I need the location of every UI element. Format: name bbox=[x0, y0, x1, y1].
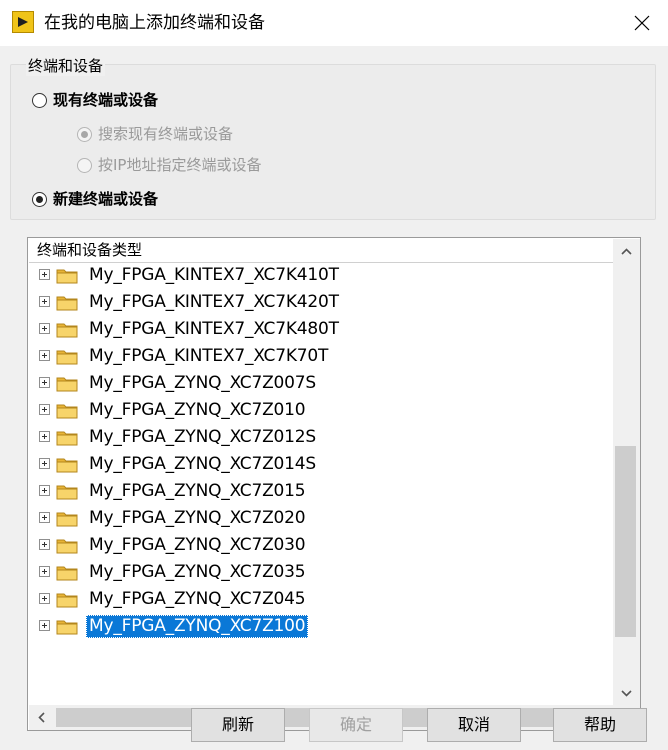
radio-new-device-label: 新建终端或设备 bbox=[53, 190, 159, 208]
tree-row[interactable]: My_FPGA_ZYNQ_XC7Z035 bbox=[29, 559, 613, 586]
tree-row[interactable]: My_FPGA_ZYNQ_XC7Z020 bbox=[29, 505, 613, 532]
folder-icon bbox=[56, 485, 78, 500]
folder-icon bbox=[56, 296, 78, 311]
plus-expander-icon[interactable] bbox=[39, 485, 50, 496]
tree-row-label: My_FPGA_ZYNQ_XC7Z045 bbox=[89, 589, 306, 609]
tree-row-label: My_FPGA_ZYNQ_XC7Z100 bbox=[86, 615, 309, 638]
folder-icon bbox=[56, 377, 78, 392]
radio-search-existing-label: 搜索现有终端或设备 bbox=[98, 125, 234, 143]
tree-row-label: My_FPGA_ZYNQ_XC7Z015 bbox=[89, 481, 306, 501]
plus-expander-icon[interactable] bbox=[39, 377, 50, 388]
ok-button[interactable]: 确定 bbox=[309, 708, 403, 742]
scroll-up-button[interactable] bbox=[613, 239, 640, 263]
tree-row-label: My_FPGA_ZYNQ_XC7Z014S bbox=[89, 454, 316, 474]
tree-row[interactable]: My_FPGA_ZYNQ_XC7Z100 bbox=[29, 613, 613, 640]
tree-row[interactable]: My_FPGA_KINTEX7_XC7K410T bbox=[29, 262, 613, 289]
plus-expander-icon[interactable] bbox=[39, 404, 50, 415]
radio-specify-by-ip-indicator bbox=[77, 157, 92, 173]
radio-search-existing: 搜索现有终端或设备 bbox=[77, 124, 233, 144]
tree-row[interactable]: My_FPGA_KINTEX7_XC7K70T bbox=[29, 343, 613, 370]
close-icon bbox=[634, 15, 650, 31]
tree-row-label: My_FPGA_KINTEX7_XC7K410T bbox=[89, 265, 339, 285]
plus-expander-icon[interactable] bbox=[39, 323, 50, 334]
device-type-tree[interactable]: 终端和设备类型 My_FPGA_KINTEX7_XC7K410T My_FPGA_… bbox=[27, 237, 641, 731]
dialog-body: 终端和设备 现有终端或设备 搜索现有终端或设备 按IP地址指定终端或设备 新建终… bbox=[0, 46, 668, 750]
folder-icon bbox=[56, 431, 78, 446]
tree-column-header: 终端和设备类型 bbox=[29, 239, 613, 263]
tree-row[interactable]: My_FPGA_ZYNQ_XC7Z014S bbox=[29, 451, 613, 478]
tree-row-label: My_FPGA_ZYNQ_XC7Z012S bbox=[89, 427, 316, 447]
help-button[interactable]: 帮助 bbox=[553, 708, 647, 742]
tree-row-label: My_FPGA_KINTEX7_XC7K70T bbox=[89, 346, 329, 366]
plus-expander-icon[interactable] bbox=[39, 566, 50, 577]
tree-row-label: My_FPGA_KINTEX7_XC7K480T bbox=[89, 319, 339, 339]
plus-expander-icon[interactable] bbox=[39, 593, 50, 604]
scroll-left-button[interactable] bbox=[29, 705, 54, 730]
folder-icon bbox=[56, 323, 78, 338]
app-icon bbox=[12, 11, 34, 33]
tree-row-label: My_FPGA_ZYNQ_XC7Z007S bbox=[89, 373, 316, 393]
plus-expander-icon[interactable] bbox=[39, 458, 50, 469]
plus-expander-icon[interactable] bbox=[39, 512, 50, 523]
radio-new-device-indicator[interactable] bbox=[32, 191, 47, 207]
tree-row-label: My_FPGA_ZYNQ_XC7Z035 bbox=[89, 562, 306, 582]
plus-expander-icon[interactable] bbox=[39, 350, 50, 361]
tree-row[interactable]: My_FPGA_ZYNQ_XC7Z012S bbox=[29, 424, 613, 451]
cancel-button[interactable]: 取消 bbox=[427, 708, 521, 742]
radio-existing-device[interactable]: 现有终端或设备 bbox=[32, 90, 158, 110]
plus-expander-icon[interactable] bbox=[39, 431, 50, 442]
folder-icon bbox=[56, 458, 78, 473]
group-legend: 终端和设备 bbox=[26, 56, 106, 76]
title-bar: 在我的电脑上添加终端和设备 bbox=[0, 0, 668, 46]
tree-row[interactable]: My_FPGA_ZYNQ_XC7Z030 bbox=[29, 532, 613, 559]
scroll-down-button[interactable] bbox=[613, 681, 640, 705]
tree-row[interactable]: My_FPGA_ZYNQ_XC7Z015 bbox=[29, 478, 613, 505]
chevron-down-icon bbox=[621, 689, 632, 697]
tree-row-label: My_FPGA_ZYNQ_XC7Z010 bbox=[89, 400, 306, 420]
vertical-scroll-thumb[interactable] bbox=[615, 446, 636, 637]
window-title: 在我的电脑上添加终端和设备 bbox=[44, 13, 265, 33]
radio-specify-by-ip: 按IP地址指定终端或设备 bbox=[77, 155, 261, 175]
radio-search-existing-indicator bbox=[77, 126, 92, 142]
plus-expander-icon[interactable] bbox=[39, 296, 50, 307]
folder-icon bbox=[56, 566, 78, 581]
radio-specify-by-ip-label: 按IP地址指定终端或设备 bbox=[98, 156, 262, 174]
folder-icon bbox=[56, 539, 78, 554]
tree-row[interactable]: My_FPGA_KINTEX7_XC7K480T bbox=[29, 316, 613, 343]
plus-expander-icon[interactable] bbox=[39, 620, 50, 631]
folder-icon bbox=[56, 512, 78, 527]
chevron-up-icon bbox=[621, 247, 632, 255]
folder-icon bbox=[56, 350, 78, 365]
plus-expander-icon[interactable] bbox=[39, 269, 50, 280]
folder-icon bbox=[56, 404, 78, 419]
folder-icon bbox=[56, 593, 78, 608]
folder-icon bbox=[56, 269, 78, 284]
radio-existing-device-label: 现有终端或设备 bbox=[53, 91, 159, 109]
vertical-scrollbar[interactable] bbox=[613, 239, 640, 705]
tree-row[interactable]: My_FPGA_ZYNQ_XC7Z010 bbox=[29, 397, 613, 424]
tree-row[interactable]: My_FPGA_ZYNQ_XC7Z007S bbox=[29, 370, 613, 397]
tree-row-label: My_FPGA_KINTEX7_XC7K420T bbox=[89, 292, 339, 312]
plus-expander-icon[interactable] bbox=[39, 539, 50, 550]
refresh-button[interactable]: 刷新 bbox=[191, 708, 285, 742]
chevron-left-icon bbox=[38, 712, 45, 723]
radio-new-device[interactable]: 新建终端或设备 bbox=[32, 189, 158, 209]
tree-rows: My_FPGA_KINTEX7_XC7K410T My_FPGA_KINTEX7_… bbox=[29, 262, 613, 640]
close-button[interactable] bbox=[616, 0, 668, 46]
tree-row-label: My_FPGA_ZYNQ_XC7Z020 bbox=[89, 508, 306, 528]
tree-row[interactable]: My_FPGA_ZYNQ_XC7Z045 bbox=[29, 586, 613, 613]
radio-existing-device-indicator[interactable] bbox=[32, 92, 47, 108]
tree-row-label: My_FPGA_ZYNQ_XC7Z030 bbox=[89, 535, 306, 555]
folder-icon bbox=[56, 620, 78, 635]
tree-row[interactable]: My_FPGA_KINTEX7_XC7K420T bbox=[29, 289, 613, 316]
